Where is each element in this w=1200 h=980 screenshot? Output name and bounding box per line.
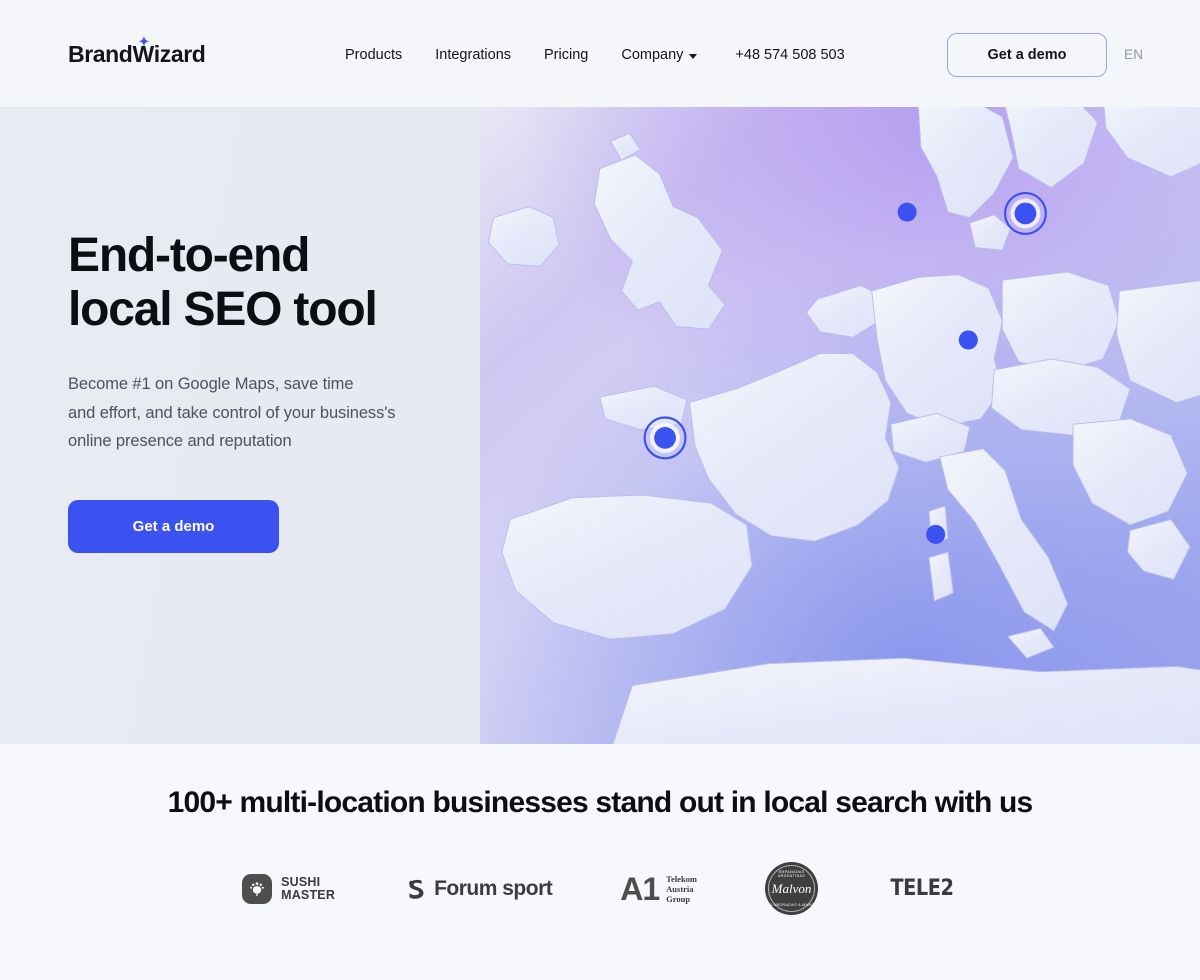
client-logo-sushi-master: SUSHI MASTER: [242, 873, 335, 904]
sushi-master-line1: SUSHI: [281, 875, 321, 889]
sparkle-icon: ✦: [138, 34, 149, 49]
marker-italy[interactable]: [926, 524, 946, 544]
a1-line3: Group: [666, 893, 691, 904]
header-phone-number[interactable]: +48 574 508 503: [735, 47, 844, 63]
client-logo-a1-telekom: A1 Telekom Austria Group: [620, 870, 697, 907]
a1-mark: A1: [620, 870, 660, 907]
sushi-master-wordmark: SUSHI MASTER: [281, 876, 335, 901]
marker-germany[interactable]: [958, 330, 978, 350]
nav-item-pricing[interactable]: Pricing: [544, 47, 588, 63]
nav-item-integrations[interactable]: Integrations: [435, 47, 511, 63]
sushi-master-line2: MASTER: [281, 887, 336, 902]
clients-section: 100+ multi-location businesses stand out…: [0, 744, 1200, 980]
forum-sport-wordmark: Forum sport: [434, 876, 553, 900]
client-logo-row: SUSHI MASTER Forum sport A1 Telekom Aust…: [0, 862, 1200, 915]
nav-label: Pricing: [544, 47, 589, 63]
nav-label: Products: [345, 47, 403, 63]
sushi-master-icon: [242, 873, 273, 904]
malvon-top-text: EMPANADAS ARGENTINAS: [777, 870, 806, 878]
header-demo-label: Get a demo: [987, 47, 1067, 63]
hero-copy: End-to-end local SEO tool Become #1 on G…: [68, 229, 548, 553]
nav-item-products[interactable]: Products: [345, 47, 402, 63]
nav-label: Integrations: [435, 47, 512, 63]
malvon-badge: EMPANADAS ARGENTINAS Malvon ELABORADAS A…: [765, 862, 819, 915]
marker-france[interactable]: [654, 427, 676, 449]
chevron-down-icon: [689, 53, 698, 59]
forum-sport-icon: [409, 879, 424, 899]
malvon-wordmark: Malvon: [771, 880, 812, 896]
logo-text-after: izard: [153, 41, 206, 67]
language-selector[interactable]: EN: [1124, 47, 1143, 62]
brand-logo[interactable]: Brand ✦ Wizard: [68, 35, 206, 68]
language-label: EN: [1124, 47, 1144, 62]
a1-wordmark: Telekom Austria Group: [666, 874, 697, 904]
hero-section: End-to-end local SEO tool Become #1 on G…: [0, 107, 1200, 744]
lotus-icon: [250, 881, 264, 896]
europe-map-svg: [480, 107, 1200, 744]
main-navigation: Products Integrations Pricing Company +4…: [345, 47, 845, 63]
logo-w-wrap: ✦ W: [132, 35, 154, 68]
marker-denmark[interactable]: [1014, 202, 1037, 225]
tele2-wordmark: TELE2: [890, 876, 954, 901]
page-title: End-to-end local SEO tool: [68, 229, 378, 336]
client-logo-forum-sport: Forum sport: [403, 876, 553, 902]
nav-label: Company: [621, 47, 684, 63]
nav-item-company[interactable]: Company: [621, 47, 698, 63]
hero-subtitle: Become #1 on Google Maps, save time and …: [68, 375, 396, 450]
europe-map: [480, 107, 1200, 744]
marker-netherlands[interactable]: [897, 202, 917, 222]
clients-heading: 100+ multi-location businesses stand out…: [167, 786, 1034, 819]
client-logo-malvon: EMPANADAS ARGENTINAS Malvon ELABORADAS A…: [765, 862, 819, 915]
malvon-bottom-text: ELABORADAS A MANO: [768, 903, 815, 907]
header-get-a-demo-button[interactable]: Get a demo: [947, 33, 1107, 77]
a1-line1: Telekom: [666, 873, 698, 884]
hero-demo-label: Get a demo: [132, 517, 215, 535]
a1-line2: Austria: [666, 883, 694, 894]
site-header: Brand ✦ Wizard Products Integrations Prici…: [0, 0, 1200, 107]
logo-text-before: Brand: [68, 41, 133, 67]
hero-get-a-demo-button[interactable]: Get a demo: [68, 499, 279, 553]
client-logo-tele2: TELE2: [886, 876, 958, 901]
